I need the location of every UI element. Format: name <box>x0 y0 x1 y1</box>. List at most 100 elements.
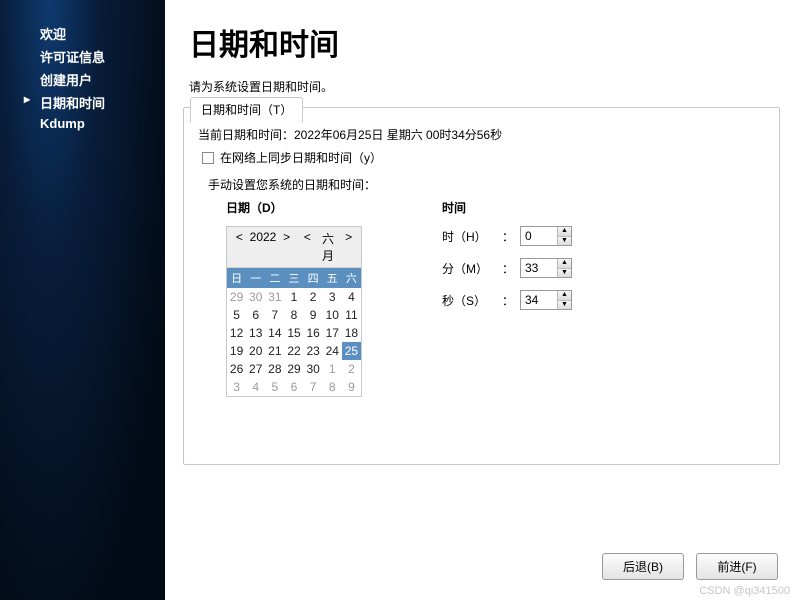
colon: ： <box>502 260 512 277</box>
time-column: 时间 时（H） ： 0 ▲▼ 分（M） ： 33 <box>442 199 572 397</box>
month-next-button[interactable]: > <box>338 230 359 264</box>
calendar-day[interactable]: 11 <box>342 306 361 324</box>
calendar-day[interactable]: 20 <box>246 342 265 360</box>
minute-down-button[interactable]: ▼ <box>558 269 571 278</box>
sync-checkbox-label: 在网络上同步日期和时间（y） <box>220 149 382 166</box>
sidebar-item-welcome[interactable]: 欢迎 <box>0 22 165 45</box>
sidebar: 欢迎 许可证信息 创建用户 日期和时间 Kdump <box>0 0 165 600</box>
hour-value[interactable]: 0 <box>521 227 557 245</box>
second-down-button[interactable]: ▼ <box>558 301 571 310</box>
calendar-day[interactable]: 6 <box>246 306 265 324</box>
date-column: 日期（D） < 2022 > < 六月 > 日一二三四五六29303112345… <box>226 199 362 397</box>
calendar-day[interactable]: 5 <box>227 306 246 324</box>
calendar-day[interactable]: 27 <box>246 360 265 378</box>
calendar-day[interactable]: 14 <box>265 324 284 342</box>
calendar-nav: < 2022 > < 六月 > <box>227 227 361 267</box>
hour-label: 时（H） <box>442 228 494 245</box>
checkbox-icon <box>202 152 214 164</box>
sidebar-item-label: 欢迎 <box>40 27 66 42</box>
sync-network-checkbox[interactable]: 在网络上同步日期和时间（y） <box>202 149 765 166</box>
calendar-day[interactable]: 7 <box>265 306 284 324</box>
calendar-day[interactable]: 3 <box>227 378 246 396</box>
current-datetime-label: 当前日期和时间：2022年06月25日 星期六 00时34分56秒 <box>198 126 765 143</box>
sidebar-item-label: Kdump <box>40 116 85 131</box>
minute-spinner[interactable]: 33 ▲▼ <box>520 258 572 278</box>
calendar-day[interactable]: 5 <box>265 378 284 396</box>
calendar-weekday: 四 <box>304 268 323 288</box>
calendar-day[interactable]: 4 <box>342 288 361 306</box>
sidebar-item-license[interactable]: 许可证信息 <box>0 45 165 68</box>
calendar-day[interactable]: 2 <box>342 360 361 378</box>
year-next-button[interactable]: > <box>276 230 297 264</box>
calendar-weekday: 五 <box>323 268 342 288</box>
sidebar-item-label: 许可证信息 <box>40 50 105 65</box>
back-button[interactable]: 后退(B) <box>602 553 684 580</box>
calendar-day[interactable]: 25 <box>342 342 361 360</box>
forward-button[interactable]: 前进(F) <box>696 553 778 580</box>
calendar-day[interactable]: 16 <box>304 324 323 342</box>
calendar-day[interactable]: 12 <box>227 324 246 342</box>
sidebar-item-datetime[interactable]: 日期和时间 <box>0 91 165 114</box>
calendar-day[interactable]: 29 <box>227 288 246 306</box>
calendar-weekday: 三 <box>284 268 303 288</box>
calendar-day[interactable]: 8 <box>284 306 303 324</box>
second-label: 秒（S） <box>442 292 494 309</box>
tab-datetime[interactable]: 日期和时间（T） <box>190 97 303 123</box>
calendar-day[interactable]: 30 <box>304 360 323 378</box>
second-value[interactable]: 34 <box>521 291 557 309</box>
calendar-day[interactable]: 15 <box>284 324 303 342</box>
manual-set-label: 手动设置您系统的日期和时间： <box>208 176 765 193</box>
calendar-month: 六月 <box>318 230 339 264</box>
calendar-day[interactable]: 4 <box>246 378 265 396</box>
calendar-day[interactable]: 6 <box>284 378 303 396</box>
calendar-day[interactable]: 1 <box>323 360 342 378</box>
calendar-day[interactable]: 7 <box>304 378 323 396</box>
calendar-day[interactable]: 19 <box>227 342 246 360</box>
watermark: CSDN @qi341500 <box>699 585 790 597</box>
calendar-weekday: 六 <box>342 268 361 288</box>
calendar-day[interactable]: 29 <box>284 360 303 378</box>
year-prev-button[interactable]: < <box>229 230 250 264</box>
calendar-day[interactable]: 1 <box>284 288 303 306</box>
hour-up-button[interactable]: ▲ <box>558 227 571 237</box>
colon: ： <box>502 228 512 245</box>
calendar-day[interactable]: 10 <box>323 306 342 324</box>
sidebar-item-label: 创建用户 <box>40 73 92 88</box>
calendar-day[interactable]: 17 <box>323 324 342 342</box>
sidebar-item-create-user[interactable]: 创建用户 <box>0 68 165 91</box>
calendar[interactable]: < 2022 > < 六月 > 日一二三四五六29303112345678910… <box>226 226 362 397</box>
calendar-day[interactable]: 26 <box>227 360 246 378</box>
calendar-day[interactable]: 9 <box>342 378 361 396</box>
page-title: 日期和时间 <box>165 0 800 70</box>
calendar-day[interactable]: 24 <box>323 342 342 360</box>
calendar-day[interactable]: 22 <box>284 342 303 360</box>
minute-value[interactable]: 33 <box>521 259 557 277</box>
hour-down-button[interactable]: ▼ <box>558 237 571 246</box>
colon: ： <box>502 292 512 309</box>
calendar-day[interactable]: 31 <box>265 288 284 306</box>
second-spinner[interactable]: 34 ▲▼ <box>520 290 572 310</box>
sidebar-item-label: 日期和时间 <box>40 96 105 111</box>
calendar-year: 2022 <box>250 230 277 264</box>
calendar-day[interactable]: 30 <box>246 288 265 306</box>
footer-buttons: 后退(B) 前进(F) <box>602 553 778 580</box>
calendar-day[interactable]: 2 <box>304 288 323 306</box>
month-prev-button[interactable]: < <box>297 230 318 264</box>
calendar-weekday: 一 <box>246 268 265 288</box>
calendar-weekday: 二 <box>265 268 284 288</box>
calendar-day[interactable]: 8 <box>323 378 342 396</box>
calendar-day[interactable]: 13 <box>246 324 265 342</box>
calendar-day[interactable]: 21 <box>265 342 284 360</box>
calendar-grid: 日一二三四五六293031123456789101112131415161718… <box>227 267 361 396</box>
second-up-button[interactable]: ▲ <box>558 291 571 301</box>
calendar-day[interactable]: 23 <box>304 342 323 360</box>
minute-label: 分（M） <box>442 260 494 277</box>
time-heading: 时间 <box>442 199 572 216</box>
calendar-day[interactable]: 28 <box>265 360 284 378</box>
hour-spinner[interactable]: 0 ▲▼ <box>520 226 572 246</box>
sidebar-item-kdump[interactable]: Kdump <box>0 114 165 133</box>
calendar-day[interactable]: 3 <box>323 288 342 306</box>
calendar-day[interactable]: 9 <box>304 306 323 324</box>
calendar-day[interactable]: 18 <box>342 324 361 342</box>
minute-up-button[interactable]: ▲ <box>558 259 571 269</box>
